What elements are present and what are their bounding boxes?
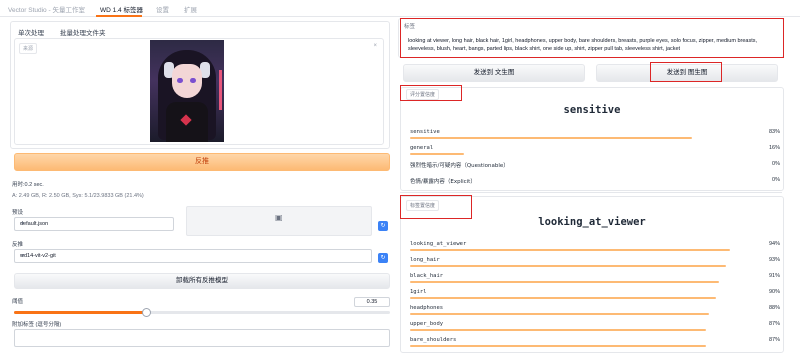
chevron-down-icon: ▼ [20, 221, 25, 227]
source-image [150, 40, 224, 142]
preset-select[interactable]: default.json ▼ [14, 217, 174, 231]
threshold-label: 阈值 [12, 299, 24, 305]
confidence-bar [410, 345, 706, 347]
confidence-bar [410, 313, 710, 315]
confidence-row: 色情/暴露内容（Explicit） 0% [410, 176, 780, 190]
confidence-row: headphones 88% [410, 304, 780, 318]
confidence-bar [410, 281, 720, 283]
confidence-row: bare_shoulders 87% [410, 336, 780, 350]
rating-chip-highlight [400, 85, 462, 101]
confidence-bar [410, 137, 693, 139]
confidence-percent: 83% [768, 129, 780, 135]
confidence-row: 强烈性暗示/可疑内容（Questionable） 0% [410, 160, 780, 174]
close-icon[interactable]: × [373, 43, 377, 49]
divider [400, 192, 782, 193]
confidence-percent: 87% [768, 337, 780, 343]
tags-label: 标签 [404, 24, 416, 30]
confidence-label: 色情/暴露内容（Explicit） [410, 179, 476, 185]
confidence-row: 1girl 90% [410, 288, 780, 302]
threshold-input[interactable]: 0.35 [354, 297, 390, 307]
confidence-label: upper_body [410, 321, 444, 327]
confidence-label: 1girl [410, 289, 427, 295]
time-text: 用时:0.2 sec. [12, 182, 44, 188]
refresh-interrogator-icon[interactable]: ↻ [378, 253, 388, 263]
preset-label: 预设 [12, 210, 24, 216]
confidence-label: looking_at_viewer [410, 241, 467, 247]
send-to-txt2img-button[interactable]: 发送到 文生图 [403, 64, 585, 82]
confidence-label: general [410, 145, 434, 151]
img2img-highlight [650, 62, 722, 82]
rating-title: sensitive [563, 104, 621, 116]
confidence-percent: 91% [768, 273, 780, 279]
image-source-label: 来源 [19, 43, 38, 54]
confidence-percent: 90% [768, 289, 780, 295]
confidence-row: sensitive 83% [410, 128, 780, 142]
confidence-percent: 88% [768, 305, 780, 311]
tab-vector-studio[interactable]: Vector Studio - 矢量工作室 [8, 4, 85, 14]
save-icon: ▣ [275, 213, 283, 222]
tags-output-text[interactable]: looking at viewer, long hair, black hair… [408, 37, 778, 53]
confidence-percent: 94% [768, 241, 780, 247]
tab-extensions[interactable]: 扩展 [184, 4, 197, 14]
tab-settings[interactable]: 设置 [156, 4, 169, 14]
tab-wd14-tagger[interactable]: WD 1.4 标签器 [100, 4, 143, 14]
confidence-row: upper_body 87% [410, 320, 780, 334]
interrogator-select[interactable]: wd14-vit-v2-git ▼ [14, 249, 372, 263]
confidence-percent: 93% [768, 257, 780, 263]
extra-tags-label: 附加标签 (逗号分隔) [12, 322, 62, 328]
threshold-slider-fill [14, 311, 146, 314]
confidence-row: black_hair 91% [410, 272, 780, 286]
refresh-preset-icon[interactable]: ↻ [378, 221, 388, 231]
subtab-batch[interactable]: 批量处理文件夹 [60, 27, 106, 37]
threshold-slider-handle[interactable] [141, 308, 151, 317]
confidence-percent: 16% [768, 145, 780, 151]
confidence-bar [410, 329, 706, 331]
confidence-percent: 0% [772, 177, 780, 183]
confidence-label: bare_shoulders [410, 337, 457, 343]
confidence-label: headphones [410, 305, 444, 311]
confidence-bar [410, 265, 727, 267]
active-tab-underline [96, 15, 142, 17]
confidence-percent: 87% [768, 321, 780, 327]
top-nav: Vector Studio - 矢量工作室 WD 1.4 标签器 设置 扩展 [0, 0, 800, 17]
extra-tags-input[interactable] [14, 329, 390, 347]
confidence-bar [410, 297, 716, 299]
confidence-row: long_hair 93% [410, 256, 780, 270]
memory-text: A: 2.49 GB, R: 2.50 GB, Sys: 5.1/23.9833… [12, 193, 144, 199]
interrogate-button[interactable]: 反推 [14, 153, 390, 171]
tag-title: looking_at_viewer [538, 216, 646, 228]
unload-models-button[interactable]: 卸载所有反推模型 [14, 273, 390, 289]
confidence-row: looking_at_viewer 94% [410, 240, 780, 254]
confidence-bar [410, 249, 730, 251]
interrogator-label: 反推 [12, 242, 24, 248]
confidence-label: black_hair [410, 273, 444, 279]
confidence-label: sensitive [410, 129, 440, 135]
confidence-label: long_hair [410, 257, 440, 263]
confidence-percent: 0% [772, 161, 780, 167]
confidence-row: general 16% [410, 144, 780, 158]
confidence-label: 强烈性暗示/可疑内容（Questionable） [410, 163, 509, 169]
chevron-down-icon: ▼ [20, 253, 25, 259]
confidence-bar [410, 153, 465, 155]
